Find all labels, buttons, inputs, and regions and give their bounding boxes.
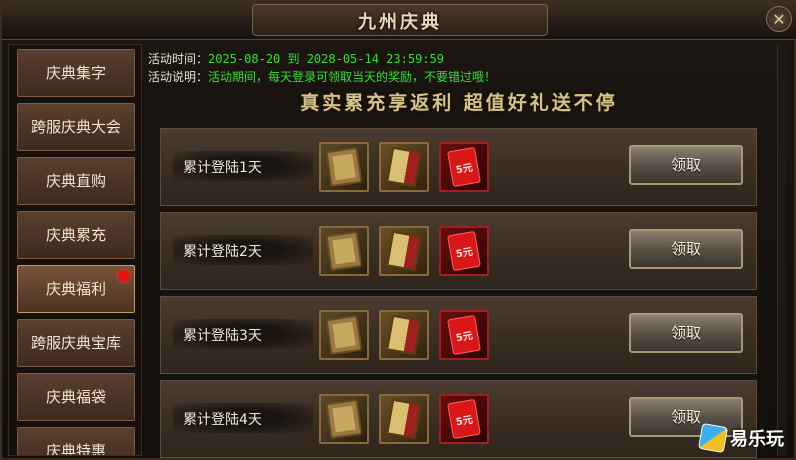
- book-icon[interactable]: [379, 226, 429, 276]
- scroll-icon[interactable]: [319, 310, 369, 360]
- claim-button[interactable]: 领取: [629, 145, 743, 185]
- event-window: 九州庆典 ✕ 庆典集字 跨服庆典大会 庆典直购 庆典累充 庆典福利 跨服庆典宝库…: [0, 0, 796, 460]
- event-description-value: 活动期间，每天登录可领取当天的奖励，不要错过哦！: [208, 70, 497, 84]
- scroll-icon[interactable]: [319, 226, 369, 276]
- claim-button[interactable]: 领取: [629, 313, 743, 353]
- close-button[interactable]: ✕: [766, 6, 792, 32]
- scroll-icon[interactable]: [319, 394, 369, 444]
- watermark-logo-icon: [697, 422, 729, 454]
- watermark-text: 易乐玩: [730, 429, 784, 450]
- event-time: 活动时间：2025-08-20 到 2028-05-14 23:59:59: [148, 50, 444, 67]
- red-packet-icon[interactable]: 5元: [439, 226, 489, 276]
- reward-row: 累计登陆1天 5元 领取: [160, 128, 757, 206]
- sidebar-item-treasure-vault[interactable]: 跨服庆典宝库: [17, 319, 135, 367]
- main-panel: 活动时间：2025-08-20 到 2028-05-14 23:59:59 活动…: [144, 44, 774, 458]
- sidebar-item-collect-words[interactable]: 庆典集字: [17, 49, 135, 97]
- sidebar-item-lucky-bag[interactable]: 庆典福袋: [17, 373, 135, 421]
- event-description-label: 活动说明：: [148, 70, 209, 84]
- notification-dot: [118, 270, 130, 282]
- sidebar-item-special-offer[interactable]: 庆典特惠: [17, 427, 135, 455]
- book-icon[interactable]: [379, 310, 429, 360]
- event-time-value: 2025-08-20 到 2028-05-14 23:59:59: [208, 52, 444, 66]
- row-label: 累计登陆3天: [183, 328, 262, 344]
- scroll-icon[interactable]: [319, 142, 369, 192]
- event-time-label: 活动时间：: [148, 52, 209, 66]
- red-packet-icon[interactable]: 5元: [439, 142, 489, 192]
- reward-row: 累计登陆2天 5元 领取: [160, 212, 757, 290]
- row-label: 累计登陆1天: [183, 160, 262, 176]
- reward-row: 累计登陆4天 5元 领取: [160, 380, 757, 458]
- sidebar-item-cumulative-recharge[interactable]: 庆典累充: [17, 211, 135, 259]
- red-packet-icon[interactable]: 5元: [439, 394, 489, 444]
- sidebar-item-label: 庆典福利: [45, 280, 106, 298]
- promo-banner: 真实累充享返利 超值好礼送不停: [300, 92, 618, 114]
- book-icon[interactable]: [379, 142, 429, 192]
- book-icon[interactable]: [379, 394, 429, 444]
- row-label: 累计登陆2天: [183, 244, 262, 260]
- row-label: 累计登陆4天: [183, 412, 262, 428]
- event-description: 活动说明：活动期间，每天登录可领取当天的奖励，不要错过哦！: [148, 68, 496, 85]
- claim-button[interactable]: 领取: [629, 229, 743, 269]
- sidebar: 庆典集字 跨服庆典大会 庆典直购 庆典累充 庆典福利 跨服庆典宝库 庆典福袋 庆…: [8, 44, 142, 456]
- red-packet-value: 5元: [447, 230, 481, 272]
- sidebar-item-cross-server-event[interactable]: 跨服庆典大会: [17, 103, 135, 151]
- reward-row: 累计登陆3天 5元 领取: [160, 296, 757, 374]
- title-bar: 九州庆典 ✕: [2, 2, 796, 40]
- red-packet-value: 5元: [447, 314, 481, 356]
- sidebar-item-welfare[interactable]: 庆典福利: [17, 265, 135, 313]
- red-packet-icon[interactable]: 5元: [439, 310, 489, 360]
- red-packet-value: 5元: [447, 146, 481, 188]
- window-title: 九州庆典: [358, 12, 442, 33]
- red-packet-value: 5元: [447, 398, 481, 440]
- sidebar-item-direct-purchase[interactable]: 庆典直购: [17, 157, 135, 205]
- scrollbar[interactable]: [777, 44, 787, 456]
- watermark: 易乐玩: [697, 422, 784, 454]
